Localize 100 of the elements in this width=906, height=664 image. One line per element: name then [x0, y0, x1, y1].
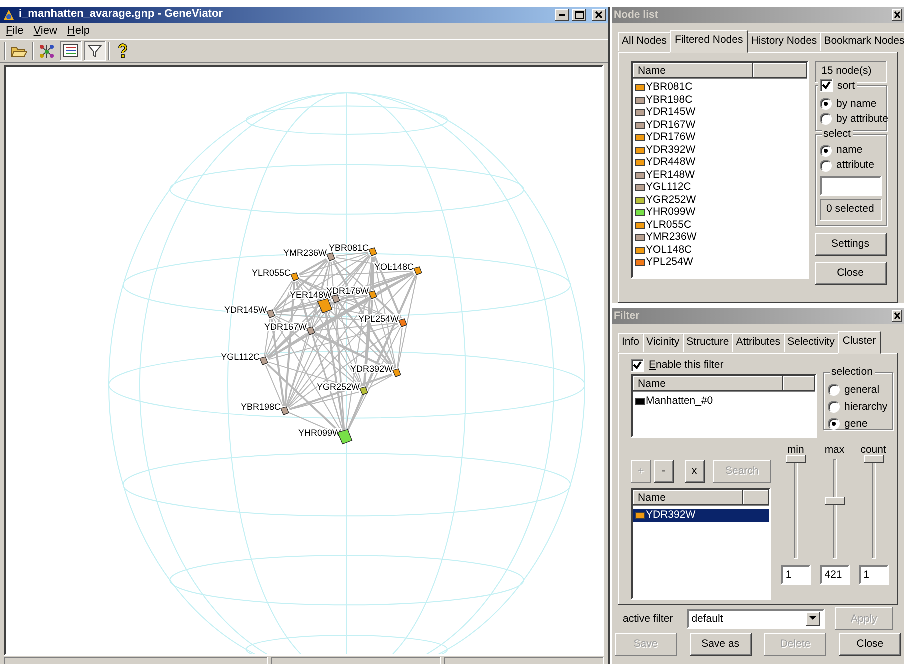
- menu-item[interactable]: File: [6, 25, 24, 37]
- slider-thumb[interactable]: [786, 455, 806, 464]
- column-header[interactable]: [753, 62, 807, 78]
- radio-button[interactable]: [820, 160, 832, 172]
- app-icon: [2, 8, 16, 22]
- tool-button[interactable]: -: [654, 460, 674, 483]
- radio-button[interactable]: [820, 144, 832, 157]
- close-button[interactable]: [592, 9, 606, 21]
- node-label: YBR198C: [240, 402, 281, 412]
- graph-node[interactable]: [398, 318, 408, 328]
- item-name: YLR055C: [646, 218, 692, 232]
- list-item[interactable]: YDR392W: [633, 144, 807, 156]
- filter-dropdown[interactable]: default: [686, 608, 825, 629]
- item-name: YBR198C: [646, 94, 693, 106]
- tab[interactable]: Structure: [682, 333, 734, 353]
- column-header[interactable]: Name: [633, 376, 783, 392]
- radio-button[interactable]: [828, 418, 840, 430]
- checkbox[interactable]: [820, 79, 832, 92]
- radio-button[interactable]: [820, 98, 832, 110]
- item-name: YER148W: [646, 168, 696, 182]
- slider-thumb[interactable]: [824, 497, 845, 506]
- graph-node[interactable]: [332, 294, 340, 304]
- menu-item[interactable]: View: [34, 25, 58, 37]
- graph-node[interactable]: [392, 368, 402, 378]
- radio-button[interactable]: [828, 400, 840, 413]
- graph-node[interactable]: [260, 356, 268, 366]
- list-item[interactable]: YGL112C: [633, 181, 807, 194]
- toolbar-button[interactable]: [84, 41, 106, 61]
- radio-button[interactable]: [828, 384, 840, 396]
- node-label: YDR392W: [350, 364, 393, 374]
- close-button[interactable]: [892, 9, 902, 21]
- item-name: YDR167W: [646, 118, 696, 132]
- window-title: i_manhatten_avarage.gnp - GeneViator: [19, 8, 224, 22]
- maximize-button[interactable]: [572, 9, 586, 21]
- graph-node[interactable]: [368, 248, 378, 256]
- column-header[interactable]: Name: [633, 62, 753, 78]
- slider-thumb[interactable]: [864, 455, 884, 464]
- minimize-button[interactable]: [555, 9, 570, 21]
- menu-item[interactable]: Help: [67, 25, 90, 37]
- list-item[interactable]: YDR167W: [633, 118, 807, 132]
- graph-node[interactable]: [280, 406, 290, 416]
- list-item[interactable]: YMR236W: [633, 231, 807, 244]
- graph-node[interactable]: [290, 272, 300, 282]
- option-label: gene: [844, 418, 868, 430]
- tab[interactable]: Selectivity: [784, 333, 839, 353]
- list-item[interactable]: YDR392W: [633, 509, 769, 522]
- graph-node[interactable]: [326, 252, 336, 262]
- text-field[interactable]: [820, 176, 882, 196]
- list-item[interactable]: YDR448W: [633, 156, 807, 169]
- column-header[interactable]: Name: [633, 490, 743, 506]
- list-item[interactable]: YDR176W: [633, 131, 807, 144]
- dropdown-arrow-icon: [808, 616, 817, 622]
- tab[interactable]: All Nodes: [618, 32, 671, 52]
- value-field[interactable]: 1: [858, 564, 889, 585]
- tab[interactable]: Cluster: [838, 331, 882, 354]
- column-header[interactable]: [743, 490, 769, 506]
- tab[interactable]: Attributes: [732, 333, 785, 353]
- tab[interactable]: Filtered Nodes: [670, 30, 748, 53]
- option-label: by attribute: [836, 112, 888, 126]
- value-field[interactable]: 1: [780, 564, 811, 585]
- item-name: YDR392W: [646, 509, 696, 522]
- checkbox[interactable]: [631, 358, 644, 372]
- list-item[interactable]: YDR145W: [633, 106, 807, 119]
- dialog-button[interactable]: Settings: [814, 233, 886, 256]
- graph-node[interactable]: [360, 386, 368, 396]
- slider-label: min: [787, 444, 804, 456]
- option-label: general: [844, 384, 880, 396]
- item-name: YGL112C: [646, 181, 692, 194]
- graph-node[interactable]: [266, 310, 276, 318]
- filter-icon: [87, 43, 103, 59]
- tool-button[interactable]: x: [684, 460, 704, 483]
- list-item[interactable]: YPL254W: [633, 256, 807, 269]
- list-item[interactable]: YBR081C: [633, 81, 807, 94]
- graph-node[interactable]: [368, 290, 378, 300]
- item-name: YDR392W: [646, 144, 696, 156]
- close-button[interactable]: [892, 310, 902, 322]
- toolbar-button[interactable]: [60, 41, 82, 61]
- column-header[interactable]: [783, 376, 815, 392]
- value-field[interactable]: 421: [820, 564, 850, 585]
- dialog-button[interactable]: Close: [814, 262, 886, 285]
- list-item[interactable]: YBR198C: [633, 94, 807, 106]
- graph-node[interactable]: [414, 266, 422, 276]
- dialog-button[interactable]: Save as: [690, 633, 752, 656]
- list-item[interactable]: YOL148C: [633, 244, 807, 256]
- list-item[interactable]: YER148W: [633, 168, 807, 182]
- list-item[interactable]: YHR099W: [633, 206, 807, 219]
- tab[interactable]: Vicinity: [642, 333, 684, 353]
- list-item[interactable]: YLR055C: [633, 218, 807, 232]
- tab[interactable]: Bookmark Nodes: [820, 32, 904, 52]
- radio-button[interactable]: [820, 112, 832, 125]
- node-label: YGL112C: [221, 352, 260, 362]
- list-item[interactable]: Manhatten_#0: [633, 395, 815, 408]
- graph-node[interactable]: [306, 326, 316, 336]
- graph-node[interactable]: [317, 298, 333, 314]
- list-item[interactable]: YGR252W: [633, 194, 807, 206]
- selected-count: 0 selected: [820, 198, 882, 221]
- dialog-button[interactable]: Close: [839, 633, 902, 656]
- option-label: name: [836, 144, 863, 157]
- network-icon: [39, 43, 55, 59]
- tab[interactable]: Info: [618, 333, 644, 353]
